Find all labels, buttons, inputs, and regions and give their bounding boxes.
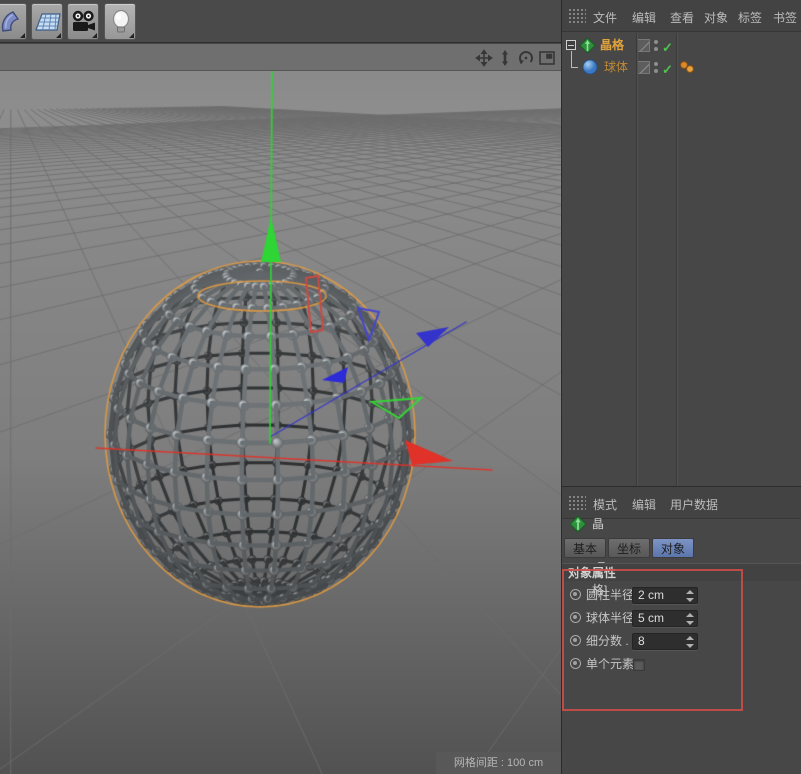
attribute-tabs: 基本 坐标 对象 [564,538,696,558]
om-menu-object[interactable]: 对象 [704,9,728,26]
zoom-view-icon[interactable] [496,49,514,67]
om-column-divider [636,33,637,486]
sphere-radius-input[interactable]: 5 cm [632,610,698,627]
floor-object-button[interactable] [31,3,63,40]
viewport-titlebar[interactable] [0,44,561,71]
keyframe-circle-icon[interactable] [570,612,581,623]
property-label: 球体半径 [586,608,634,629]
scene-objects-toolbar [0,0,561,43]
property-label: 单个元素 [586,654,634,675]
om-menu-file[interactable]: 文件 [593,9,617,26]
panel-grip-icon[interactable] [568,8,586,23]
enabled-check-icon[interactable]: ✓ [662,37,673,58]
maximize-view-icon[interactable] [538,49,556,67]
property-row-subdivision: 细分数 . 8 [562,631,801,652]
value-text: 8 [638,634,645,648]
om-menu-edit[interactable]: 编辑 [632,9,656,26]
expand-toggle-icon[interactable] [566,40,576,50]
right-panel: 文件 编辑 查看 对象 标签 书签 晶格 ✓ 球体 [561,0,801,774]
cylinder-radius-input[interactable]: 2 cm [632,587,698,604]
object-manager-menubar: 文件 编辑 查看 对象 标签 书签 [562,0,801,32]
am-menu-mode[interactable]: 模式 [593,496,617,513]
am-menu-userdata[interactable]: 用户数据 [670,496,718,513]
am-menu-edit[interactable]: 编辑 [632,496,656,513]
panel-grip-icon[interactable] [568,495,586,510]
property-row-single-element: 单个元素 [562,654,801,675]
sky-object-button[interactable] [0,3,27,40]
viewport-panel: 网格间距 : 100 cm [0,44,561,774]
enabled-check-icon[interactable]: ✓ [662,59,673,80]
keyframe-circle-icon[interactable] [570,635,581,646]
tree-line [571,67,578,68]
value-text: 5 cm [638,611,664,625]
object-label[interactable]: 晶格 [600,35,624,56]
keyframe-circle-icon[interactable] [570,658,581,669]
visibility-dots-icon[interactable] [654,39,659,52]
tab-object[interactable]: 对象 [652,538,694,558]
om-menu-tags[interactable]: 标签 [738,9,762,26]
subdivision-input[interactable]: 8 [632,633,698,650]
tab-coords[interactable]: 坐标 [608,538,650,558]
stepper-control[interactable] [685,635,694,649]
light-object-button[interactable] [104,3,136,40]
value-text: 2 cm [638,588,664,602]
lattice-object-icon [569,515,587,540]
sphere-object-icon [582,59,598,82]
layer-toggle-icon[interactable] [637,61,650,74]
pan-view-icon[interactable] [475,49,493,67]
om-menu-bookmark[interactable]: 书签 [773,9,797,26]
phong-tag-icon[interactable] [679,59,695,82]
section-header: 对象属性 [562,563,801,581]
layer-toggle-icon[interactable] [637,39,650,52]
property-label: 圆柱半径 [586,585,634,606]
property-row-cylinder-radius: 圆柱半径 2 cm [562,585,801,606]
om-menu-view[interactable]: 查看 [670,9,694,26]
property-label: 细分数 . [586,631,629,652]
tree-line [571,51,572,67]
grid-spacing-label: 网格间距 : 100 cm [436,752,561,774]
stepper-control[interactable] [685,612,694,626]
stepper-control[interactable] [685,589,694,603]
property-row-sphere-radius: 球体半径 5 cm [562,608,801,629]
rotate-view-icon[interactable] [517,49,535,67]
tab-basic[interactable]: 基本 [564,538,606,558]
viewport-canvas[interactable] [0,71,561,774]
visibility-dots-icon[interactable] [654,61,659,74]
single-element-checkbox[interactable] [633,659,645,671]
camera-object-button[interactable] [67,3,99,40]
object-row-lattice[interactable]: 晶格 ✓ [562,35,801,56]
keyframe-circle-icon[interactable] [570,589,581,600]
om-column-divider [676,33,677,486]
object-label[interactable]: 球体 [604,57,628,78]
object-row-sphere[interactable]: 球体 ✓ [562,57,801,78]
